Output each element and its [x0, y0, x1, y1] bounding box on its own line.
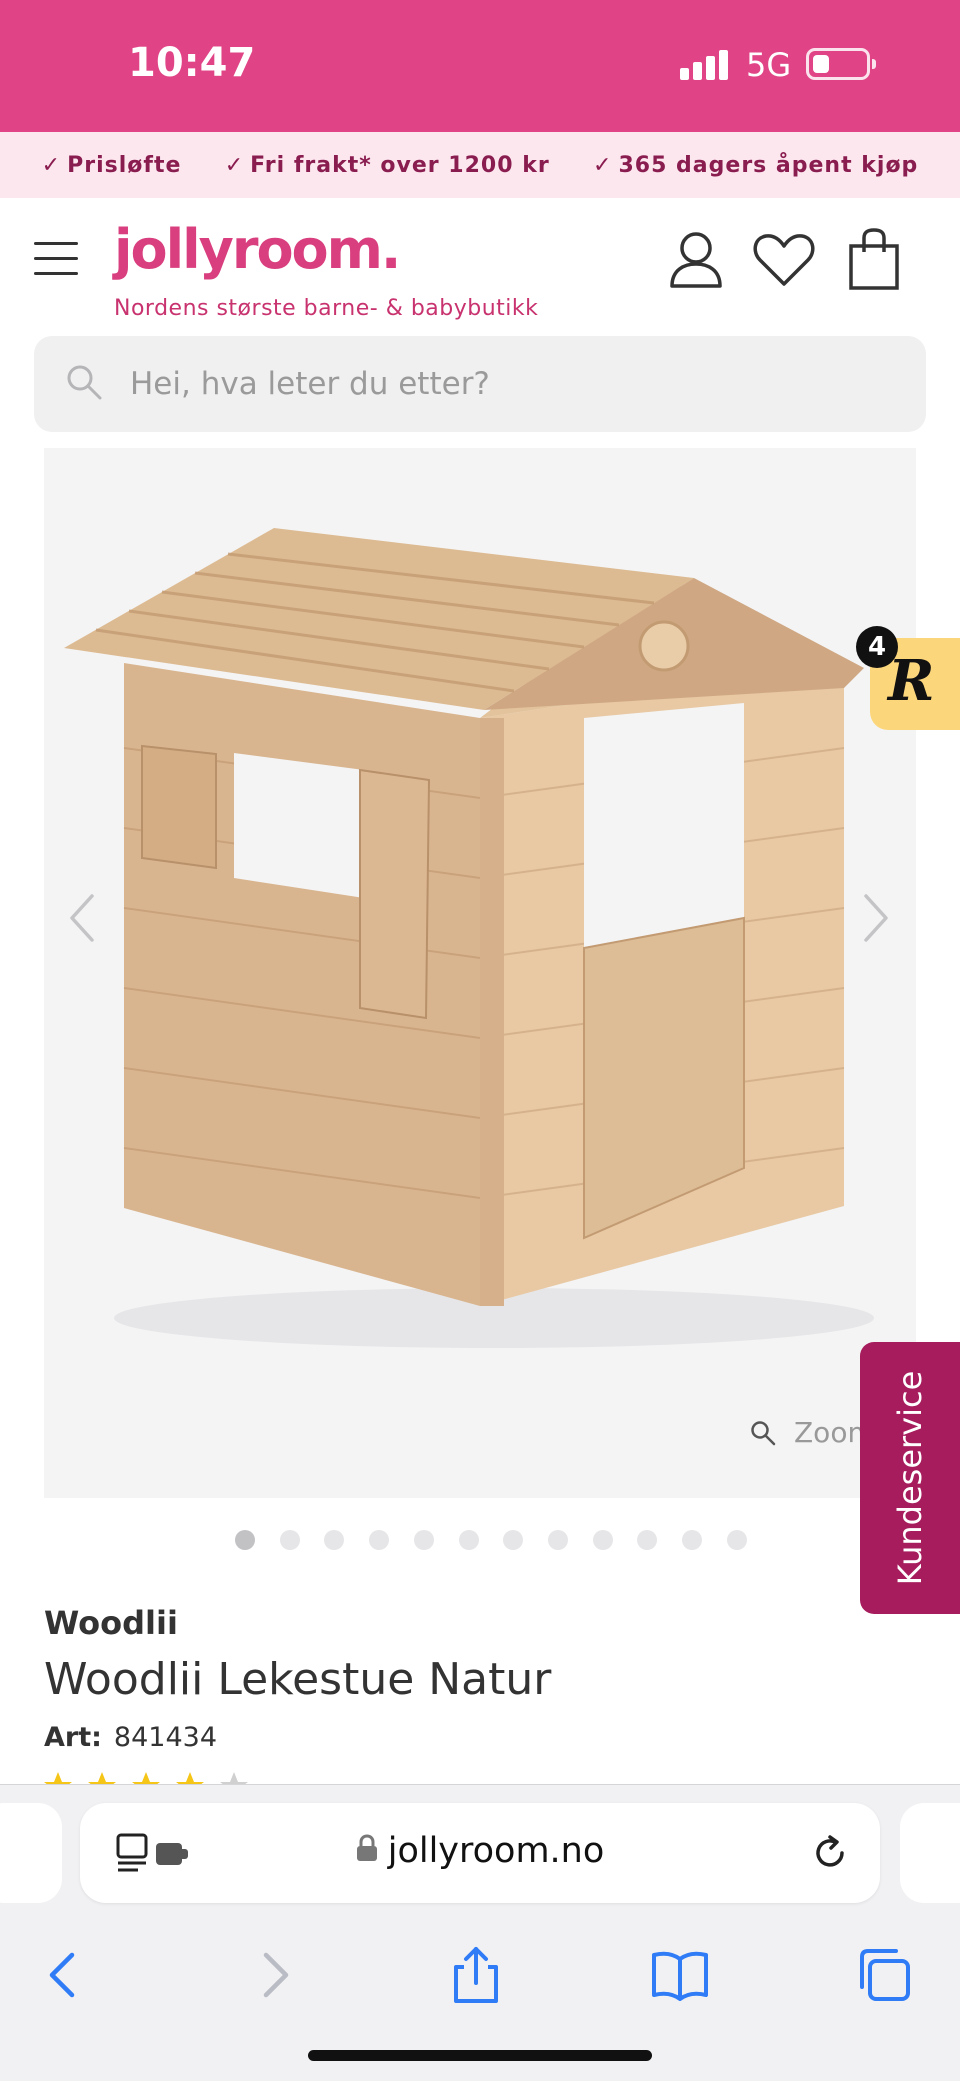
carousel-dot[interactable]: [280, 1530, 300, 1550]
magnifier-icon: [751, 1421, 776, 1446]
carousel-dot[interactable]: [727, 1530, 747, 1550]
site-logo[interactable]: jollyroom.: [114, 218, 401, 281]
carousel-dot[interactable]: [369, 1530, 389, 1550]
signal-icon: [680, 50, 730, 80]
share-icon[interactable]: [448, 1945, 504, 2005]
r-logo-icon: R: [888, 648, 935, 714]
network-type: 5G: [746, 46, 792, 84]
carousel-dot[interactable]: [459, 1530, 479, 1550]
article-number: Art: 841434: [44, 1722, 217, 1753]
product-brand[interactable]: Woodlii: [44, 1604, 178, 1642]
usp-item: ✓ Prisløfte: [42, 153, 182, 178]
check-icon: ✓: [593, 152, 613, 178]
tabs-icon[interactable]: [856, 1945, 912, 2005]
carousel-dot[interactable]: [682, 1530, 702, 1550]
url-text: jollyroom.no: [387, 1831, 605, 1871]
back-icon[interactable]: [36, 1945, 92, 2005]
site-tagline: Nordens største barne- & babybutikk: [114, 296, 539, 321]
status-time: 10:47: [128, 40, 256, 86]
article-value: 841434: [113, 1722, 217, 1753]
carousel-dot[interactable]: [324, 1530, 344, 1550]
rating-stars[interactable]: [44, 1770, 644, 1784]
lock-icon: [356, 1834, 377, 1861]
search-input[interactable]: [130, 336, 890, 432]
site-header: jollyroom. Nordens største barne- & baby…: [0, 198, 960, 328]
usp-item: ✓ 365 dagers åpent kjøp: [593, 153, 918, 178]
usp-bar: ✓ Prisløfte ✓ Fri frakt* over 1200 kr ✓ 365…: [0, 132, 960, 198]
search-bar[interactable]: [34, 336, 926, 432]
article-label: Art:: [44, 1722, 102, 1753]
battery-icon: [806, 48, 876, 80]
carousel-dot[interactable]: [414, 1530, 434, 1550]
bookmarks-icon[interactable]: [650, 1945, 710, 2005]
forward-icon[interactable]: [246, 1945, 302, 2005]
status-bar: 10:47 5G: [0, 0, 960, 132]
cart-icon[interactable]: [846, 228, 906, 292]
product-image: [64, 528, 874, 1348]
carousel-dot[interactable]: [548, 1530, 568, 1550]
address-bar[interactable]: jollyroom.no: [80, 1803, 880, 1903]
zoom-button[interactable]: Zoom: [750, 1416, 875, 1449]
check-icon: ✓: [224, 152, 245, 178]
search-icon: [67, 365, 102, 400]
chevron-left-icon[interactable]: [62, 888, 102, 948]
product-title: Woodlii Lekestue Natur: [44, 1654, 552, 1705]
rewards-badge[interactable]: 4 R: [856, 626, 960, 730]
heart-icon[interactable]: [752, 228, 816, 292]
product-image-gallery[interactable]: Zoom: [44, 448, 916, 1498]
menu-icon[interactable]: [34, 242, 80, 276]
usp-item: ✓ Fri frakt* over 1200 kr: [225, 153, 550, 178]
browser-toolbar: jollyroom.no: [0, 1784, 960, 2081]
carousel-dot[interactable]: [593, 1530, 613, 1550]
previous-tab-preview[interactable]: [0, 1803, 62, 1903]
reload-icon[interactable]: [808, 1831, 852, 1875]
carousel-dot[interactable]: [637, 1530, 657, 1550]
next-tab-preview[interactable]: [900, 1803, 960, 1903]
carousel-dot[interactable]: [503, 1530, 523, 1550]
url-display[interactable]: jollyroom.no: [80, 1831, 880, 1871]
usp-label: Prisløfte: [67, 152, 182, 178]
home-indicator[interactable]: [308, 2050, 652, 2061]
carousel-dots: [0, 1530, 960, 1552]
customer-service-label: Kundeservice: [891, 1370, 929, 1586]
page: 10:47 5G ✓ Prisløfte ✓ Fri frakt* over 120…: [0, 0, 960, 2081]
account-icon[interactable]: [666, 228, 726, 292]
usp-label: 365 dagers åpent kjøp: [618, 152, 919, 178]
check-icon: ✓: [41, 152, 62, 178]
chevron-right-icon[interactable]: [856, 888, 896, 948]
carousel-dot[interactable]: [235, 1530, 255, 1550]
usp-label: Fri frakt* over 1200 kr: [250, 152, 550, 178]
customer-service-tab[interactable]: Kundeservice: [860, 1342, 960, 1614]
